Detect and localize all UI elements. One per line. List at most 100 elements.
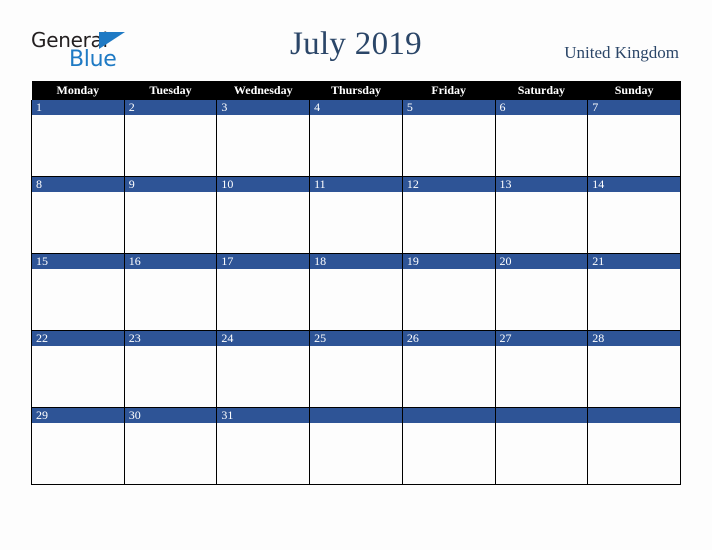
weekday-header-wednesday: Wednesday (216, 81, 310, 100)
day-number: 31 (217, 408, 310, 423)
calendar-week-row: 22 23 24 25 26 27 28 (31, 330, 681, 408)
calendar-day-cell[interactable]: 29 (31, 407, 125, 485)
day-event-area[interactable] (217, 192, 309, 253)
country-label: United Kingdom (564, 43, 679, 62)
calendar-day-cell[interactable]: 27 (494, 330, 589, 408)
day-event-area[interactable] (496, 192, 588, 253)
weekday-header-monday: Monday (31, 81, 125, 100)
calendar-day-cell-empty (494, 407, 589, 485)
day-event-area[interactable] (403, 115, 495, 176)
weekday-header-tuesday: Tuesday (124, 81, 217, 100)
calendar-week-row: 1 2 3 4 5 6 7 (31, 100, 681, 177)
calendar-day-cell[interactable]: 17 (216, 253, 311, 331)
calendar-day-cell[interactable]: 22 (31, 330, 125, 408)
day-event-area[interactable] (125, 346, 217, 407)
day-number: 27 (495, 331, 588, 346)
calendar-day-cell[interactable]: 10 (216, 176, 311, 254)
day-event-area[interactable] (403, 192, 495, 253)
day-number: 11 (310, 177, 402, 192)
day-event-area[interactable] (217, 423, 309, 484)
day-number (588, 408, 680, 423)
calendar-day-cell[interactable]: 14 (587, 176, 681, 254)
calendar-day-cell[interactable]: 8 (31, 176, 125, 254)
day-event-area[interactable] (588, 192, 680, 253)
day-number: 24 (217, 331, 310, 346)
day-number (495, 408, 588, 423)
day-event-area[interactable] (403, 346, 495, 407)
calendar-day-cell[interactable]: 24 (216, 330, 311, 408)
day-event-area (496, 423, 588, 484)
day-event-area (310, 423, 402, 484)
day-number: 12 (402, 177, 495, 192)
calendar-day-cell[interactable]: 16 (123, 253, 218, 331)
day-number: 7 (588, 100, 680, 115)
day-number: 10 (217, 177, 310, 192)
day-event-area[interactable] (217, 115, 309, 176)
day-number: 19 (402, 254, 495, 269)
day-event-area[interactable] (125, 423, 217, 484)
day-number: 1 (32, 100, 124, 115)
day-event-area[interactable] (32, 423, 124, 484)
calendar-week-row: 29 30 31 (31, 407, 681, 485)
calendar-day-cell[interactable]: 12 (401, 176, 496, 254)
day-event-area[interactable] (32, 115, 124, 176)
day-event-area[interactable] (32, 269, 124, 330)
day-number: 25 (310, 331, 402, 346)
calendar-day-cell[interactable]: 11 (309, 176, 403, 254)
calendar-grid: Monday Tuesday Wednesday Thursday Friday… (31, 81, 681, 485)
weekday-header-row: Monday Tuesday Wednesday Thursday Friday… (31, 81, 681, 100)
weekday-header-sunday: Sunday (587, 81, 681, 100)
day-event-area[interactable] (310, 269, 402, 330)
day-number (310, 408, 402, 423)
day-event-area[interactable] (32, 346, 124, 407)
calendar-day-cell[interactable]: 3 (216, 100, 311, 177)
calendar-day-cell[interactable]: 6 (494, 100, 589, 177)
calendar-day-cell[interactable]: 25 (309, 330, 403, 408)
day-number: 6 (495, 100, 588, 115)
calendar-day-cell-empty (587, 407, 681, 485)
calendar-day-cell[interactable]: 18 (309, 253, 403, 331)
calendar-day-cell[interactable]: 23 (123, 330, 218, 408)
day-number: 17 (217, 254, 310, 269)
calendar-day-cell[interactable]: 15 (31, 253, 125, 331)
day-number: 21 (588, 254, 680, 269)
day-number: 16 (124, 254, 217, 269)
calendar-day-cell[interactable]: 4 (309, 100, 403, 177)
calendar-day-cell[interactable]: 21 (587, 253, 681, 331)
day-number: 3 (217, 100, 310, 115)
day-event-area[interactable] (32, 192, 124, 253)
calendar-week-row: 8 9 10 11 12 13 14 (31, 176, 681, 254)
day-event-area[interactable] (403, 269, 495, 330)
day-event-area[interactable] (496, 269, 588, 330)
day-event-area[interactable] (125, 269, 217, 330)
calendar-day-cell[interactable]: 9 (123, 176, 218, 254)
weekday-header-saturday: Saturday (495, 81, 588, 100)
day-event-area[interactable] (588, 269, 680, 330)
day-event-area[interactable] (496, 346, 588, 407)
day-event-area[interactable] (125, 192, 217, 253)
calendar-day-cell[interactable]: 13 (494, 176, 589, 254)
calendar-day-cell[interactable]: 28 (587, 330, 681, 408)
day-number: 5 (402, 100, 495, 115)
day-event-area[interactable] (496, 115, 588, 176)
calendar-day-cell[interactable]: 31 (216, 407, 311, 485)
calendar-day-cell[interactable]: 5 (401, 100, 496, 177)
calendar-day-cell[interactable]: 1 (31, 100, 125, 177)
day-event-area[interactable] (125, 115, 217, 176)
day-event-area[interactable] (217, 346, 309, 407)
weekday-header-thursday: Thursday (309, 81, 403, 100)
day-number: 2 (124, 100, 217, 115)
calendar-day-cell[interactable]: 30 (123, 407, 218, 485)
calendar-day-cell[interactable]: 19 (401, 253, 496, 331)
calendar-day-cell-empty (309, 407, 403, 485)
day-event-area[interactable] (588, 115, 680, 176)
calendar-day-cell[interactable]: 7 (587, 100, 681, 177)
day-event-area[interactable] (310, 346, 402, 407)
day-event-area[interactable] (217, 269, 309, 330)
calendar-day-cell[interactable]: 20 (494, 253, 589, 331)
calendar-day-cell[interactable]: 26 (401, 330, 496, 408)
calendar-day-cell[interactable]: 2 (123, 100, 218, 177)
day-event-area[interactable] (310, 192, 402, 253)
day-event-area[interactable] (310, 115, 402, 176)
day-event-area[interactable] (588, 346, 680, 407)
